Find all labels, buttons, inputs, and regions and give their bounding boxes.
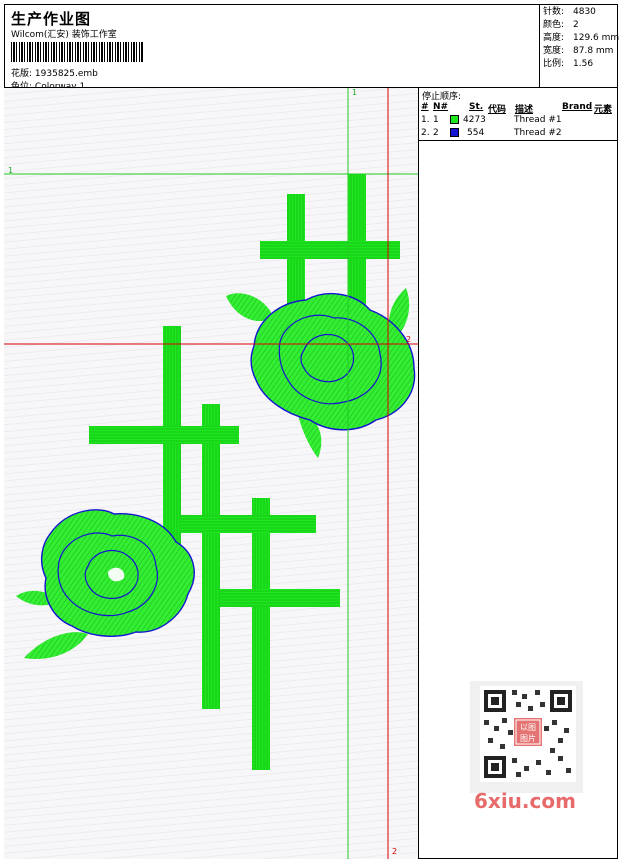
header-stats: 针数: 4830 颜色: 2 高度: 129.6 mm 宽度: 87.8 mm 比例: 1… — [540, 4, 620, 88]
green-guide-label-left: 1 — [8, 166, 14, 175]
col-element: 元素 — [594, 105, 613, 115]
watermark-site: 6xiu.com — [474, 789, 576, 813]
red-guide-label-right: 2 — [406, 335, 412, 344]
horizontal-bar — [220, 589, 340, 607]
file-name: 花版: 1935825.emb — [11, 69, 98, 79]
stop-sequence-table: 停止顺序: # N# St. 代码 描述 Brand 元素 1. 1 4273 … — [419, 88, 618, 141]
lattice-stitches — [89, 174, 400, 770]
embroidery-design — [4, 88, 418, 859]
horizontal-bar — [89, 426, 239, 444]
company-name: Wilcom(汇安) 装饰工作室 — [11, 30, 117, 40]
red-guide-label-bottom: 2 — [392, 847, 398, 856]
col-desc: 描述 — [515, 105, 534, 115]
stat-height: 高度: 129.6 mm — [543, 33, 620, 43]
color-swatch — [450, 115, 459, 124]
color-swatch — [450, 128, 459, 137]
col-num: # — [421, 102, 429, 112]
leaf — [226, 293, 274, 322]
stat-colors: 颜色: 2 — [543, 20, 579, 30]
design-preview: 1 1 2 2 — [4, 88, 419, 859]
leaf — [24, 632, 88, 659]
stat-scale: 比例: 1.56 — [543, 59, 594, 69]
qr-code-icon: 以图 图片 — [480, 686, 576, 782]
vertical-bar — [202, 404, 220, 709]
vertical-bar — [252, 498, 270, 770]
page-title: 生产作业图 — [11, 10, 92, 28]
horizontal-bar — [260, 241, 400, 259]
header-left: 生产作业图 Wilcom(汇安) 装饰工作室 花版: 1935825.emb 色… — [4, 4, 540, 92]
rose-lower-left — [16, 509, 195, 659]
col-brand: Brand — [562, 102, 593, 112]
stop-sequence-title: 停止顺序: — [422, 92, 462, 102]
barcode — [11, 42, 143, 62]
watermark-stamp-bottom: 图片 — [520, 733, 536, 743]
rose-upper-right — [226, 288, 416, 458]
col-st: St. — [469, 102, 484, 112]
horizontal-bar — [180, 515, 316, 533]
col-needle: N# — [433, 102, 449, 112]
col-code: 代码 — [488, 105, 507, 115]
stat-stitches: 针数: 4830 — [543, 7, 596, 17]
watermark-stamp-top: 以图 — [520, 723, 536, 732]
stat-width: 宽度: 87.8 mm — [543, 46, 614, 56]
green-guide-label-top: 1 — [352, 88, 358, 97]
